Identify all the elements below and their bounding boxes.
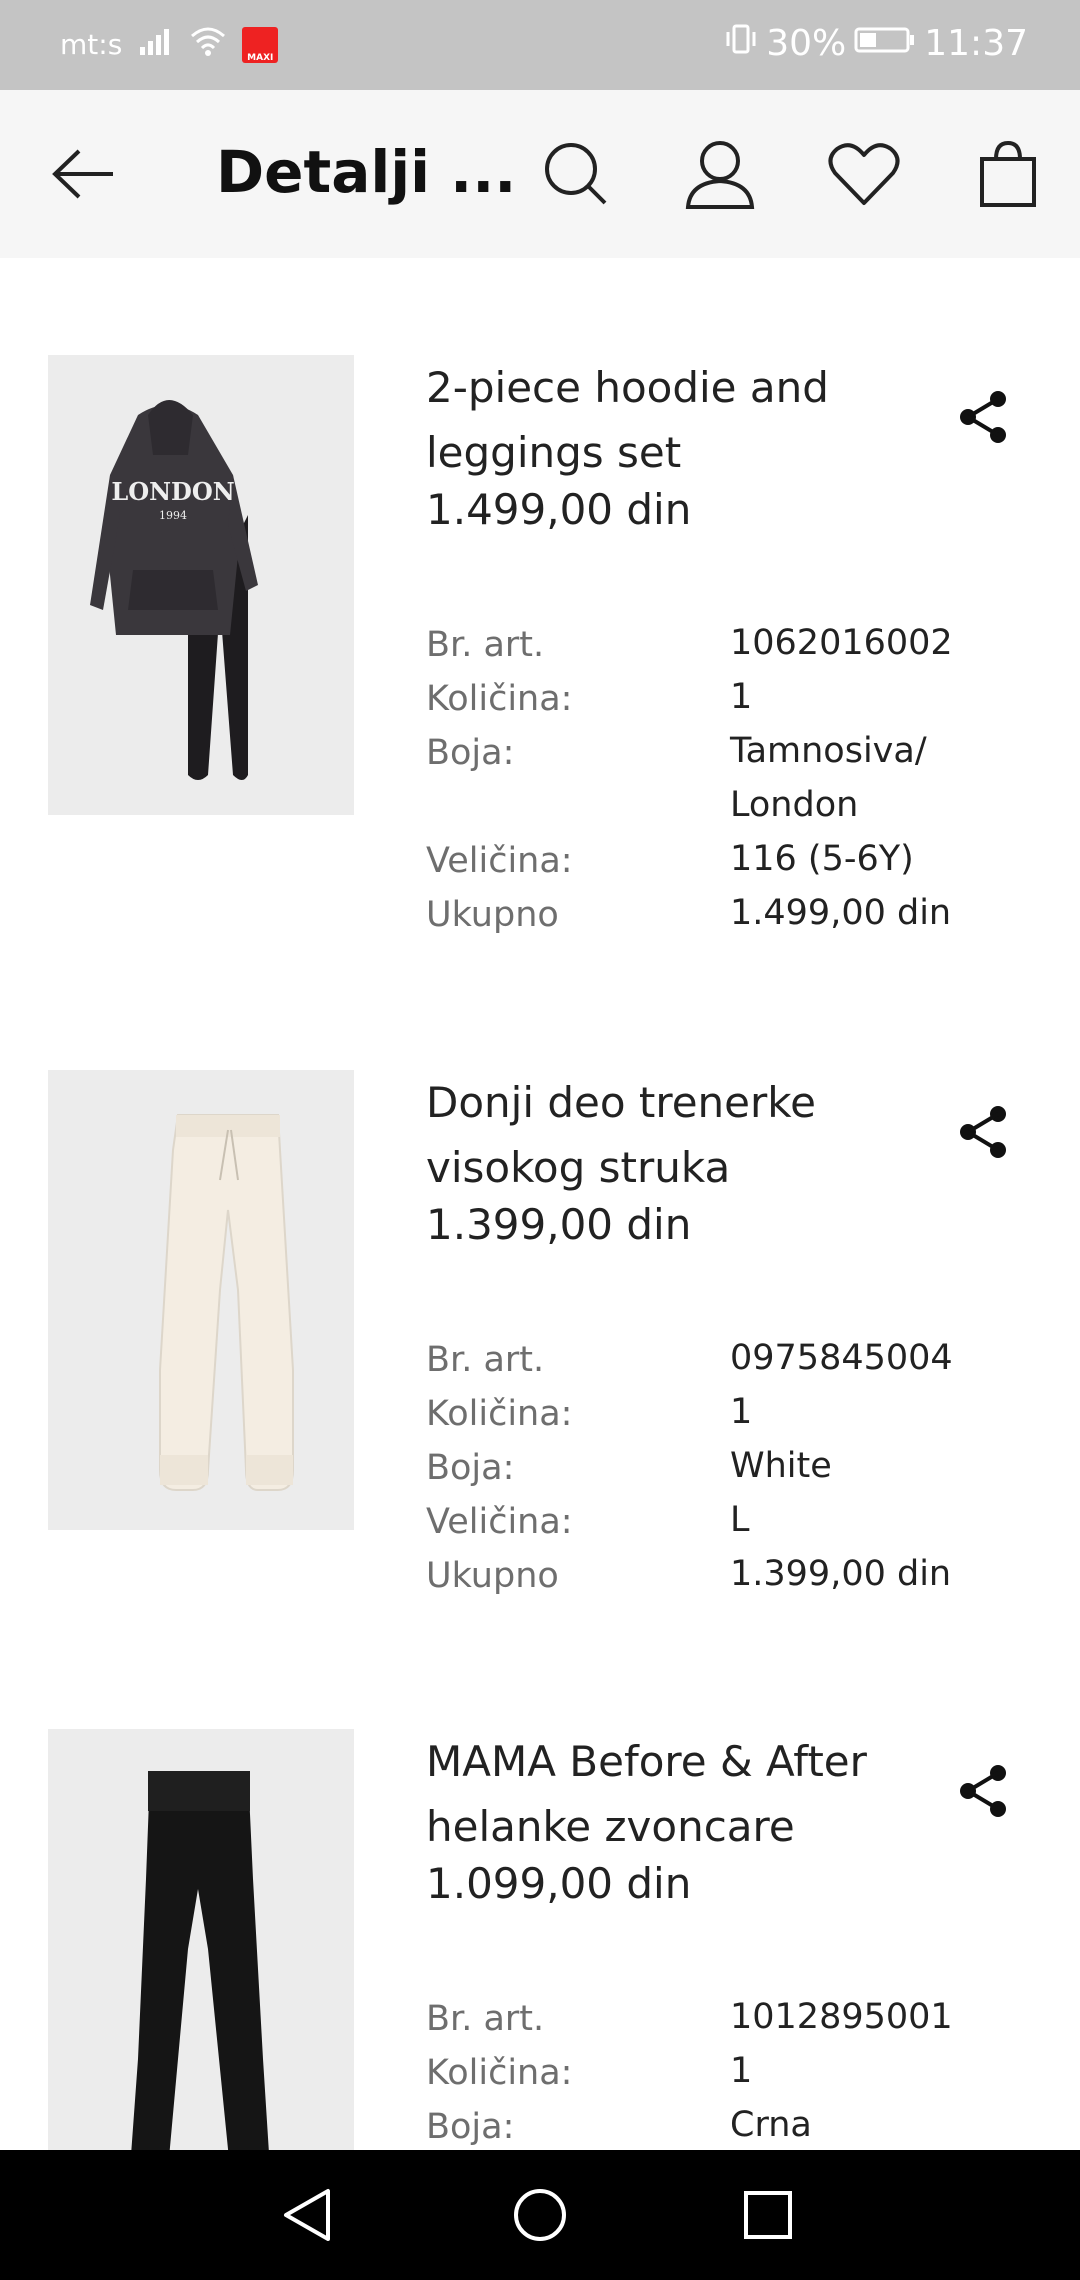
detail-label-color: Boja:	[426, 733, 515, 773]
battery-percent: 30%	[766, 23, 847, 64]
arrow-left-icon	[51, 149, 117, 203]
order-items-list[interactable]: LONDON 1994 2-piece hoodie and leggings …	[0, 258, 1080, 2150]
search-icon	[543, 141, 609, 211]
detail-value-size: 116 (5-6Y)	[730, 839, 914, 879]
detail-value-article: 1012895001	[730, 1997, 953, 2037]
signal-icon	[138, 27, 174, 62]
detail-value-color: White	[730, 1446, 832, 1486]
detail-label-color: Boja:	[426, 2107, 515, 2147]
product-name[interactable]: MAMA Before & After helanke zvoncare	[426, 1729, 886, 1859]
detail-value-color: Crna	[730, 2105, 812, 2145]
product-image[interactable]: LONDON 1994	[48, 355, 354, 815]
detail-value-color: Tamnosiva/ London	[730, 731, 927, 825]
detail-value-quantity: 1	[730, 2051, 753, 2091]
cart-button[interactable]	[968, 136, 1048, 216]
detail-label-color: Boja:	[426, 1448, 515, 1488]
detail-label-size: Veličina:	[426, 1502, 573, 1542]
detail-value-total: 1.499,00 din	[730, 893, 952, 933]
detail-label-article: Br. art.	[426, 1340, 545, 1380]
detail-label-quantity: Količina:	[426, 679, 573, 719]
heart-icon	[827, 141, 901, 211]
detail-label-quantity: Količina:	[426, 2053, 573, 2093]
detail-label-total: Ukupno	[426, 895, 559, 935]
detail-value-quantity: 1	[730, 1392, 753, 1432]
share-icon	[954, 391, 1014, 451]
square-recents-icon	[738, 2191, 798, 2249]
product-price: 1.099,00 din	[426, 1859, 692, 1908]
hoodie-print-year: 1994	[159, 509, 187, 522]
detail-value-article: 1062016002	[730, 623, 953, 663]
nav-back-button[interactable]	[278, 2185, 338, 2245]
detail-label-total: Ukupno	[426, 1556, 559, 1596]
status-bar: mt:s MAXI 30% 11:37	[0, 0, 1080, 90]
product-name[interactable]: 2-piece hoodie and leggings set	[426, 355, 886, 485]
back-button[interactable]	[44, 136, 124, 216]
detail-label-article: Br. art.	[426, 1999, 545, 2039]
product-image[interactable]	[48, 1070, 354, 1530]
page-title: Detalji ...	[216, 138, 517, 206]
user-icon	[684, 139, 756, 213]
share-button[interactable]	[954, 1761, 1014, 1821]
product-price: 1.399,00 din	[426, 1200, 692, 1249]
clock: 11:37	[924, 23, 1028, 64]
wifi-icon	[190, 26, 226, 63]
favorites-button[interactable]	[824, 136, 904, 216]
detail-label-size: Veličina:	[426, 841, 573, 881]
detail-value-quantity: 1	[730, 677, 753, 717]
circle-home-icon	[510, 2189, 570, 2249]
search-button[interactable]	[536, 136, 616, 216]
product-name[interactable]: Donji deo trenerke visokog struka	[426, 1070, 886, 1200]
battery-icon	[854, 23, 916, 64]
detail-value-total: 1.399,00 din	[730, 1554, 952, 1594]
detail-label-article: Br. art.	[426, 625, 545, 665]
share-icon	[954, 1106, 1014, 1166]
system-nav-bar	[0, 2150, 1080, 2280]
account-button[interactable]	[680, 136, 760, 216]
detail-value-size: L	[730, 1500, 750, 1540]
share-button[interactable]	[954, 1102, 1014, 1162]
carrier-label: mt:s	[60, 28, 123, 61]
product-image[interactable]	[48, 1729, 354, 2150]
vibrate-icon	[724, 22, 758, 65]
app-header: Detalji ...	[0, 90, 1080, 258]
detail-label-quantity: Količina:	[426, 1394, 573, 1434]
nav-home-button[interactable]	[510, 2185, 570, 2245]
shopping-bag-icon	[978, 139, 1038, 213]
hoodie-print-text: LONDON	[111, 477, 234, 506]
share-button[interactable]	[954, 387, 1014, 447]
share-icon	[954, 1765, 1014, 1825]
triangle-back-icon	[278, 2189, 338, 2249]
product-price: 1.499,00 din	[426, 485, 692, 534]
nav-recents-button[interactable]	[738, 2185, 798, 2245]
maxi-app-icon: MAXI	[242, 26, 279, 63]
detail-value-article: 0975845004	[730, 1338, 953, 1378]
